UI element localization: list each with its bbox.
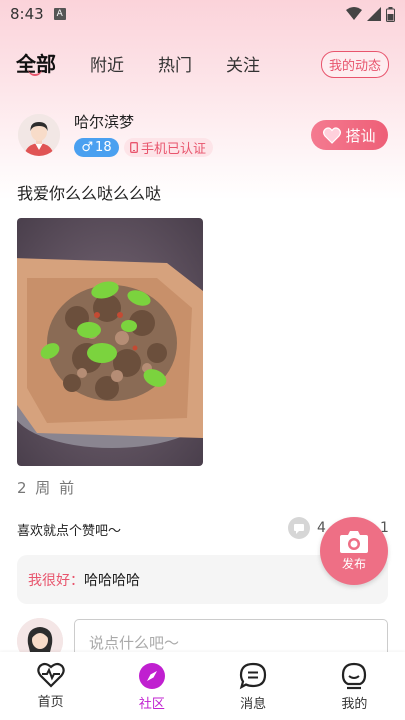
phone-icon xyxy=(130,142,138,153)
wifi-icon xyxy=(346,7,362,20)
nav-label: 社区 xyxy=(138,697,165,712)
flirt-label: 搭讪 xyxy=(345,126,376,145)
message-icon xyxy=(239,662,267,690)
nav-label: 消息 xyxy=(240,697,267,712)
notification-icon: A xyxy=(53,8,66,20)
status-icons xyxy=(346,6,395,22)
status-bar: 8:43 A xyxy=(0,0,405,28)
tab-hot[interactable]: 热门 xyxy=(158,51,192,76)
post-text: 我爱你么么哒么么哒 xyxy=(17,184,162,203)
camera-icon xyxy=(340,531,368,553)
like-prompt: 喜欢就点个赞吧～ xyxy=(17,524,122,539)
nav-profile[interactable]: 我的 xyxy=(304,652,405,720)
profile-icon xyxy=(342,662,367,690)
post-photo[interactable] xyxy=(17,218,203,466)
comment-text: 哈哈哈哈 xyxy=(84,572,140,589)
bottom-nav: 首页 社区 消息 我的 xyxy=(0,652,405,720)
comment-author[interactable]: 我很好： xyxy=(28,570,84,590)
phone-verified-badge: 手机已认证 xyxy=(124,138,214,157)
publish-button[interactable]: 发布 xyxy=(320,517,388,585)
compass-icon xyxy=(138,663,165,689)
heartbeat-icon xyxy=(36,662,65,688)
food-photo xyxy=(17,218,203,466)
publish-label: 发布 xyxy=(341,557,366,571)
male-icon: ♂ xyxy=(81,140,94,155)
heart-icon xyxy=(323,126,342,144)
signal-icon xyxy=(367,7,381,21)
battery-icon xyxy=(386,6,395,22)
gender-age-badge: ♂ 18 xyxy=(74,138,119,157)
my-activity-button[interactable]: 我的动态 xyxy=(320,51,389,78)
tab-all[interactable]: 全部 xyxy=(16,48,56,77)
post-time: 2 周 前 xyxy=(17,479,77,497)
nav-messages[interactable]: 消息 xyxy=(203,652,304,720)
header-background xyxy=(0,0,405,200)
age-value: 18 xyxy=(95,140,112,155)
status-time: 8:43 xyxy=(10,5,44,23)
username[interactable]: 哈尔滨梦 xyxy=(74,111,134,132)
male-avatar-icon xyxy=(18,114,60,156)
nav-home[interactable]: 首页 xyxy=(0,652,101,720)
tab-label: 关注 xyxy=(226,56,260,76)
nav-label: 我的 xyxy=(341,697,368,712)
tab-nearby[interactable]: 附近 xyxy=(90,51,124,76)
category-tabs: 全部 附近 热门 关注 xyxy=(16,48,294,77)
user-avatar[interactable] xyxy=(18,114,60,156)
verify-label: 手机已认证 xyxy=(141,142,207,157)
tab-following[interactable]: 关注 xyxy=(226,51,260,76)
comment-icon[interactable] xyxy=(288,517,310,539)
nav-community[interactable]: 社区 xyxy=(101,652,202,720)
tab-label: 附近 xyxy=(90,56,124,76)
nav-label: 首页 xyxy=(37,695,64,710)
tab-label: 热门 xyxy=(158,56,192,76)
flirt-button[interactable]: 搭讪 xyxy=(311,120,388,150)
